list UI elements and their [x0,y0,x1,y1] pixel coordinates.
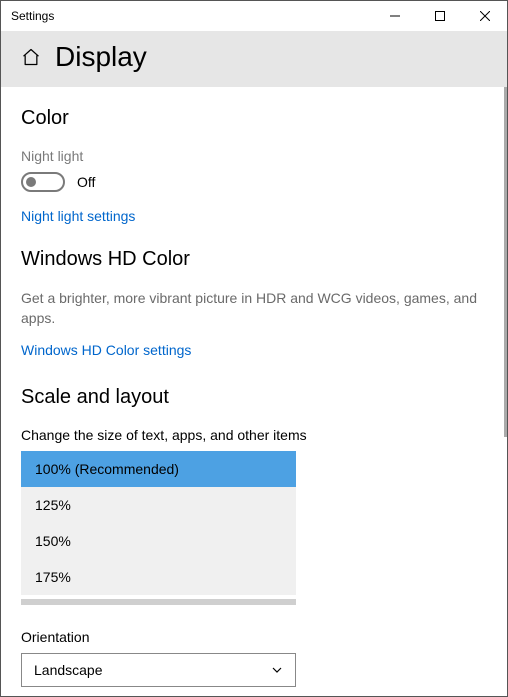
scale-size-label: Change the size of text, apps, and other… [21,427,487,443]
orientation-value: Landscape [34,662,103,678]
content-area: Color Night light Off Night light settin… [1,87,507,694]
section-scale-title: Scale and layout [21,386,487,409]
night-light-label: Night light [21,148,487,164]
minimize-icon [390,11,400,21]
minimize-button[interactable] [372,1,417,31]
scale-option-100[interactable]: 100% (Recommended) [21,451,296,487]
scale-option-150[interactable]: 150% [21,523,296,559]
orientation-combo[interactable]: Landscape [21,653,296,687]
night-light-state: Off [77,174,95,190]
hdcolor-settings-link[interactable]: Windows HD Color settings [21,342,487,358]
maximize-button[interactable] [417,1,462,31]
night-light-toggle-row: Off [21,172,487,192]
home-button[interactable] [21,47,41,67]
toggle-knob [26,177,36,187]
orientation-label: Orientation [21,629,487,645]
section-color-title: Color [21,107,487,130]
home-icon [21,47,41,67]
close-button[interactable] [462,1,507,31]
page-header: Display [1,31,507,87]
content-scrollbar[interactable] [504,87,507,437]
section-hdcolor-title: Windows HD Color [21,248,487,271]
chevron-down-icon [271,664,283,676]
hdcolor-description: Get a brighter, more vibrant picture in … [21,289,487,328]
maximize-icon [435,11,445,21]
night-light-toggle[interactable] [21,172,65,192]
scale-option-175[interactable]: 175% [21,559,296,595]
window-titlebar: Settings [1,1,507,31]
window-title: Settings [1,9,372,23]
window-controls [372,1,507,31]
close-icon [480,11,490,21]
scale-listbox-scrollbar[interactable] [21,599,296,605]
scale-listbox[interactable]: 100% (Recommended) 125% 150% 175% [21,451,296,595]
page-title: Display [55,41,147,73]
scale-option-125[interactable]: 125% [21,487,296,523]
night-light-settings-link[interactable]: Night light settings [21,208,487,224]
